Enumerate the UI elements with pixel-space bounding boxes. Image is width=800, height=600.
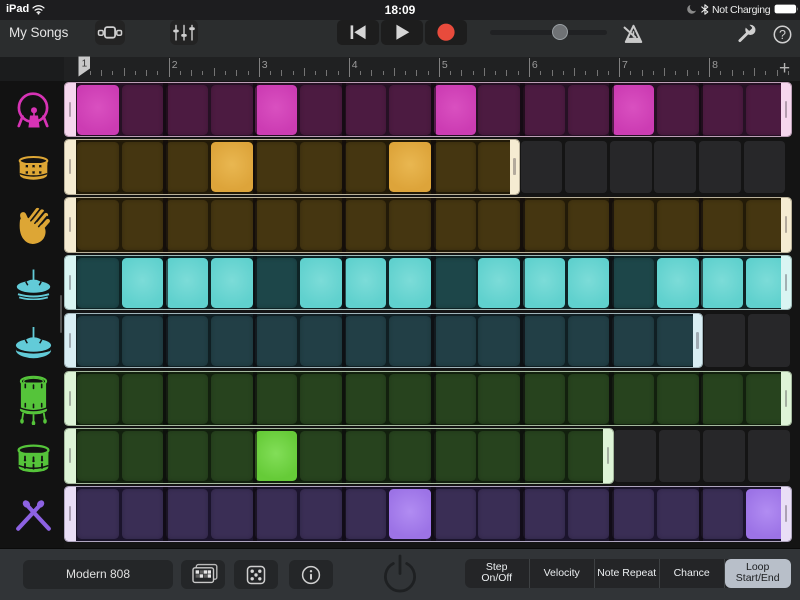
svg-text:?: ?: [779, 28, 786, 42]
svg-text:1: 1: [82, 58, 88, 69]
